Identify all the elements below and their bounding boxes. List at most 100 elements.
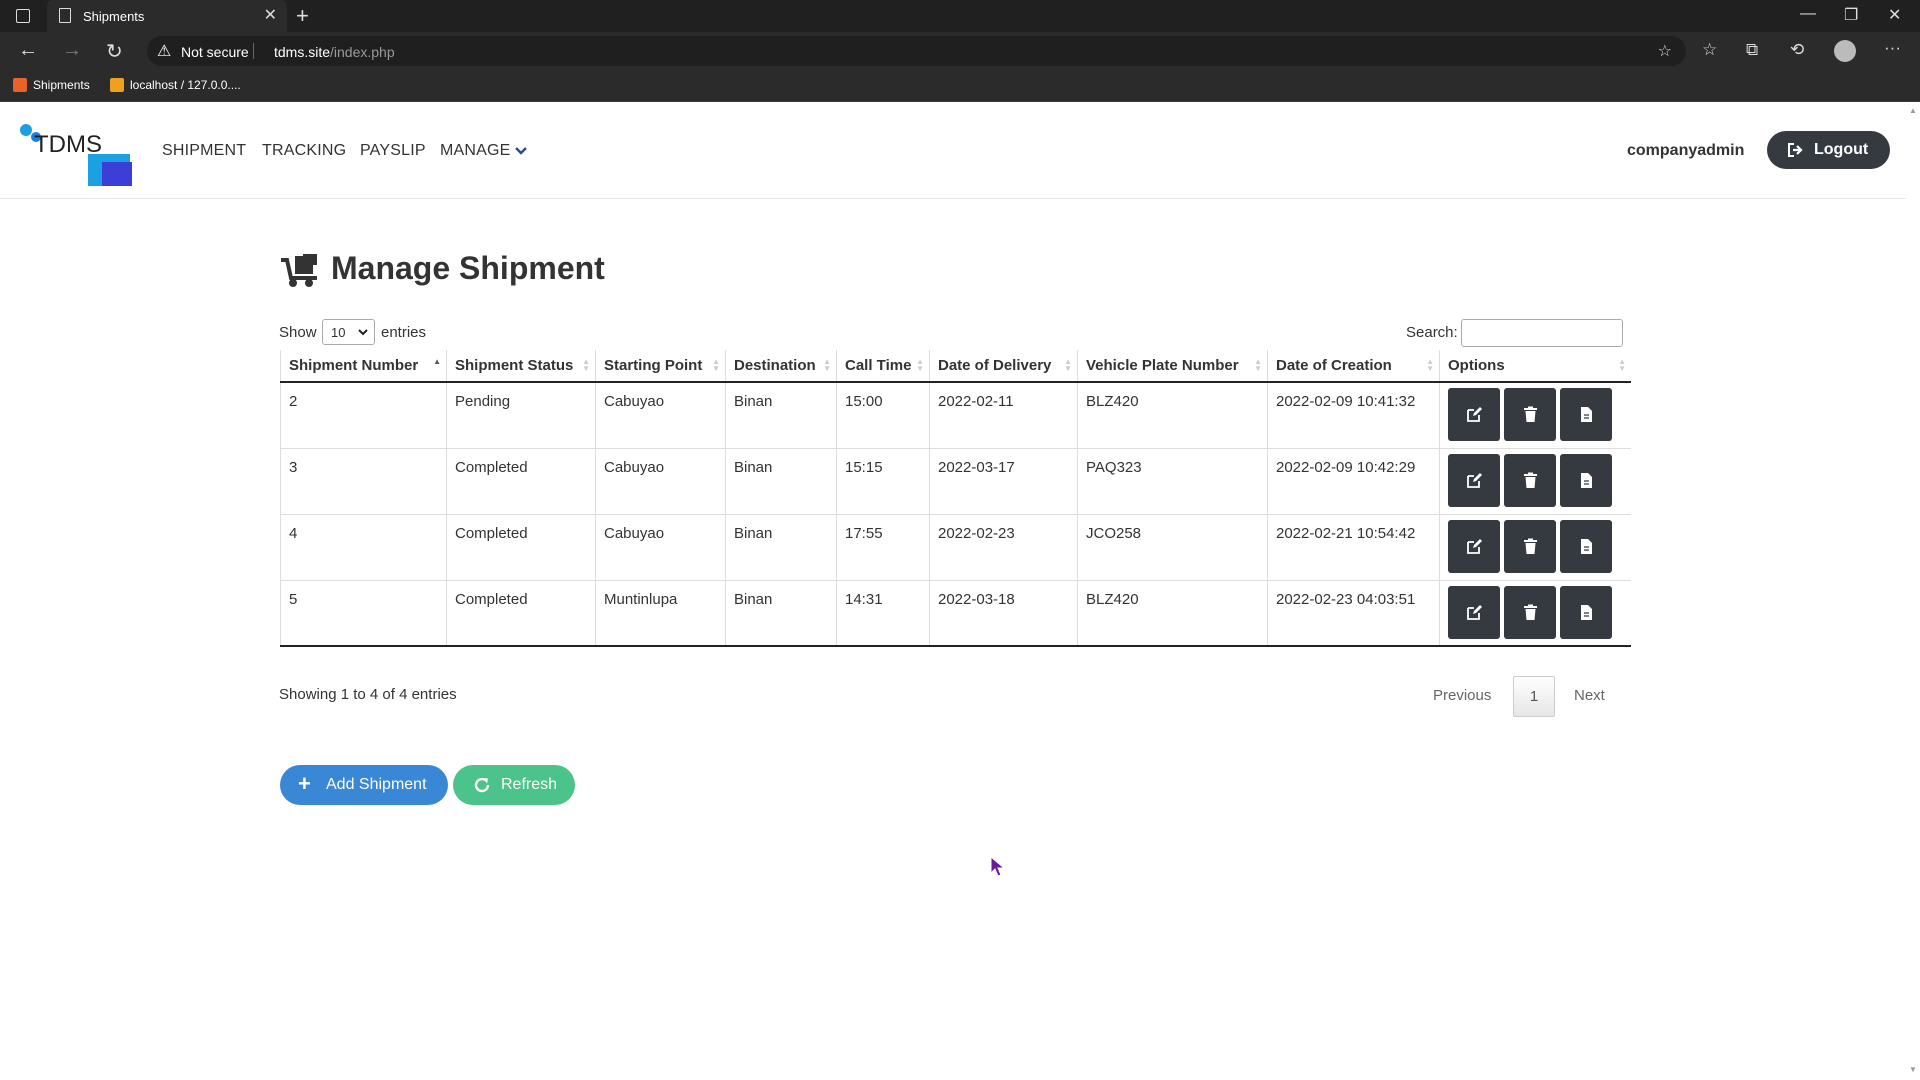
pagination-previous[interactable]: Previous <box>1433 687 1491 704</box>
creation-date-cell: 2022-02-21 10:54:42 <box>1267 514 1440 581</box>
tdms-logo[interactable]: TDMS <box>20 122 132 186</box>
browser-tab-strip: Shipments ✕ + — ❐ ✕ <box>0 0 1920 32</box>
browser-tab[interactable]: Shipments ✕ <box>47 0 287 32</box>
add-favorite-icon[interactable]: ☆ <box>1658 41 1672 61</box>
pagination-page-1[interactable]: 1 <box>1513 676 1555 717</box>
shipment-status-cell: Completed <box>446 514 596 581</box>
column-header[interactable]: Date of Delivery ▲ ▼ <box>929 350 1078 383</box>
bookmark-localhost[interactable]: localhost / 127.0.0.... <box>110 78 241 92</box>
show-label: Show <box>279 324 317 341</box>
view-document-button[interactable] <box>1560 453 1612 507</box>
scroll-up-icon[interactable]: ▲ <box>1909 106 1917 115</box>
edit-button[interactable] <box>1448 585 1500 639</box>
chevron-down-icon[interactable] <box>514 144 528 158</box>
table-row: 3 Completed Cabuyao Binan 15:15 2022-03-17 PAQ… <box>280 448 1631 515</box>
more-options-icon[interactable]: ··· <box>1884 38 1901 58</box>
search-input[interactable] <box>1461 319 1623 347</box>
table-row: 4 Completed Cabuyao Binan 17:55 2022-02-23 JCO… <box>280 514 1631 581</box>
column-header[interactable]: Vehicle Plate Number ▲ ▼ <box>1077 350 1268 383</box>
logout-button[interactable]: Logout <box>1767 131 1890 169</box>
nav-payslip[interactable]: PAYSLIP <box>360 142 426 160</box>
page: TDMS SHIPMENT TRACKING PAYSLIP MANAGE co… <box>0 102 1906 1078</box>
delivery-date-cell: 2022-02-23 <box>929 514 1078 581</box>
favorites-icon[interactable]: ☆ <box>1702 40 1717 60</box>
restore-icon[interactable]: ❐ <box>1844 5 1858 25</box>
refresh-label: Refresh <box>501 776 558 793</box>
address-bar-row: ← → ↻ ⚠ Not secure tdms.site/index.php ☆… <box>0 32 1920 70</box>
sort-icon: ▲ ▼ <box>1064 357 1072 373</box>
starting-point-cell: Cabuyao <box>595 448 726 515</box>
column-label: Call Time <box>845 357 912 374</box>
username: companyadmin <box>1627 142 1745 159</box>
sort-icon: ▲ ▼ <box>1426 357 1434 373</box>
pagination-next[interactable]: Next <box>1574 687 1605 704</box>
column-label: Date of Creation <box>1276 357 1392 374</box>
view-document-button[interactable] <box>1560 388 1612 441</box>
edit-button[interactable] <box>1448 519 1500 573</box>
sort-icon: ▲ ▼ <box>1618 357 1626 373</box>
plate-number-cell: JCO258 <box>1077 514 1268 581</box>
entries-select[interactable]: 10 <box>322 319 375 345</box>
reload-icon[interactable]: ↻ <box>106 39 123 64</box>
call-time-cell: 17:55 <box>836 514 930 581</box>
trash-icon <box>1524 472 1537 488</box>
edit-button[interactable] <box>1448 453 1500 507</box>
sort-icon: ▲ ▼ <box>712 357 720 373</box>
back-icon[interactable]: ← <box>18 39 38 62</box>
column-header[interactable]: Destination ▲ ▼ <box>725 350 837 383</box>
shipment-number-cell: 4 <box>280 514 447 581</box>
delete-button[interactable] <box>1504 388 1556 441</box>
tab-title: Shipments <box>83 9 145 24</box>
new-tab-icon[interactable]: + <box>296 3 309 29</box>
collections-icon[interactable]: ⧉ <box>1746 40 1758 60</box>
delete-button[interactable] <box>1504 585 1556 639</box>
tab-actions-icon[interactable] <box>16 9 30 23</box>
view-document-button[interactable] <box>1560 519 1612 573</box>
bookmark-shipments[interactable]: Shipments <box>13 78 90 92</box>
destination-cell: Binan <box>725 514 837 581</box>
delete-button[interactable] <box>1504 519 1556 573</box>
forward-icon[interactable]: → <box>62 39 82 62</box>
address-input[interactable]: ⚠ Not secure tdms.site/index.php ☆ <box>147 36 1686 66</box>
column-header[interactable]: Starting Point ▲ ▼ <box>595 350 726 383</box>
table-row: 2 Pending Cabuyao Binan 15:00 2022-02-11 BLZ42… <box>280 382 1631 449</box>
delivery-date-cell: 2022-03-17 <box>929 448 1078 515</box>
destination-cell: Binan <box>725 580 837 647</box>
shipment-number-cell: 2 <box>280 382 447 449</box>
edit-icon <box>1467 604 1482 620</box>
refresh-button[interactable]: Refresh <box>453 765 575 805</box>
page-icon <box>59 8 71 23</box>
column-header[interactable]: Call Time ▲ ▼ <box>836 350 930 383</box>
vertical-scrollbar[interactable]: ▲ ▼ <box>1906 102 1920 1078</box>
trash-icon <box>1524 604 1537 620</box>
url-text: tdms.site/index.php <box>274 44 395 60</box>
creation-date-cell: 2022-02-09 10:41:32 <box>1267 382 1440 449</box>
creation-date-cell: 2022-02-09 10:42:29 <box>1267 448 1440 515</box>
nav-manage[interactable]: MANAGE <box>440 142 511 160</box>
options-cell <box>1439 580 1631 647</box>
table-info: Showing 1 to 4 of 4 entries <box>279 686 457 703</box>
delete-button[interactable] <box>1504 453 1556 507</box>
column-header[interactable]: Shipment Number ▲ <box>280 350 447 383</box>
not-secure-label[interactable]: Not secure <box>181 44 249 60</box>
plus-icon: + <box>298 771 311 796</box>
nav-tracking[interactable]: TRACKING <box>262 142 346 160</box>
nav-shipment[interactable]: SHIPMENT <box>162 142 246 160</box>
search-label: Search: <box>1406 324 1458 341</box>
add-shipment-button[interactable]: + Add Shipment <box>280 765 448 805</box>
trash-icon <box>1524 538 1537 554</box>
profile-avatar[interactable] <box>1834 40 1856 62</box>
edit-button[interactable] <box>1448 388 1500 441</box>
shipment-number-cell: 5 <box>280 580 447 647</box>
history-icon[interactable]: ⟲ <box>1790 40 1804 60</box>
close-tab-icon[interactable]: ✕ <box>264 5 277 25</box>
options-cell <box>1439 514 1631 581</box>
minimize-icon[interactable]: — <box>1800 5 1816 23</box>
column-header[interactable]: Options ▲ ▼ <box>1439 350 1631 383</box>
scroll-down-icon[interactable]: ▼ <box>1909 1065 1917 1074</box>
close-window-icon[interactable]: ✕ <box>1888 5 1901 25</box>
column-header[interactable]: Shipment Status ▲ ▼ <box>446 350 596 383</box>
view-document-button[interactable] <box>1560 585 1612 639</box>
column-header[interactable]: Date of Creation ▲ ▼ <box>1267 350 1440 383</box>
bookmarks-bar: Shipments localhost / 127.0.0.... <box>0 70 1920 102</box>
